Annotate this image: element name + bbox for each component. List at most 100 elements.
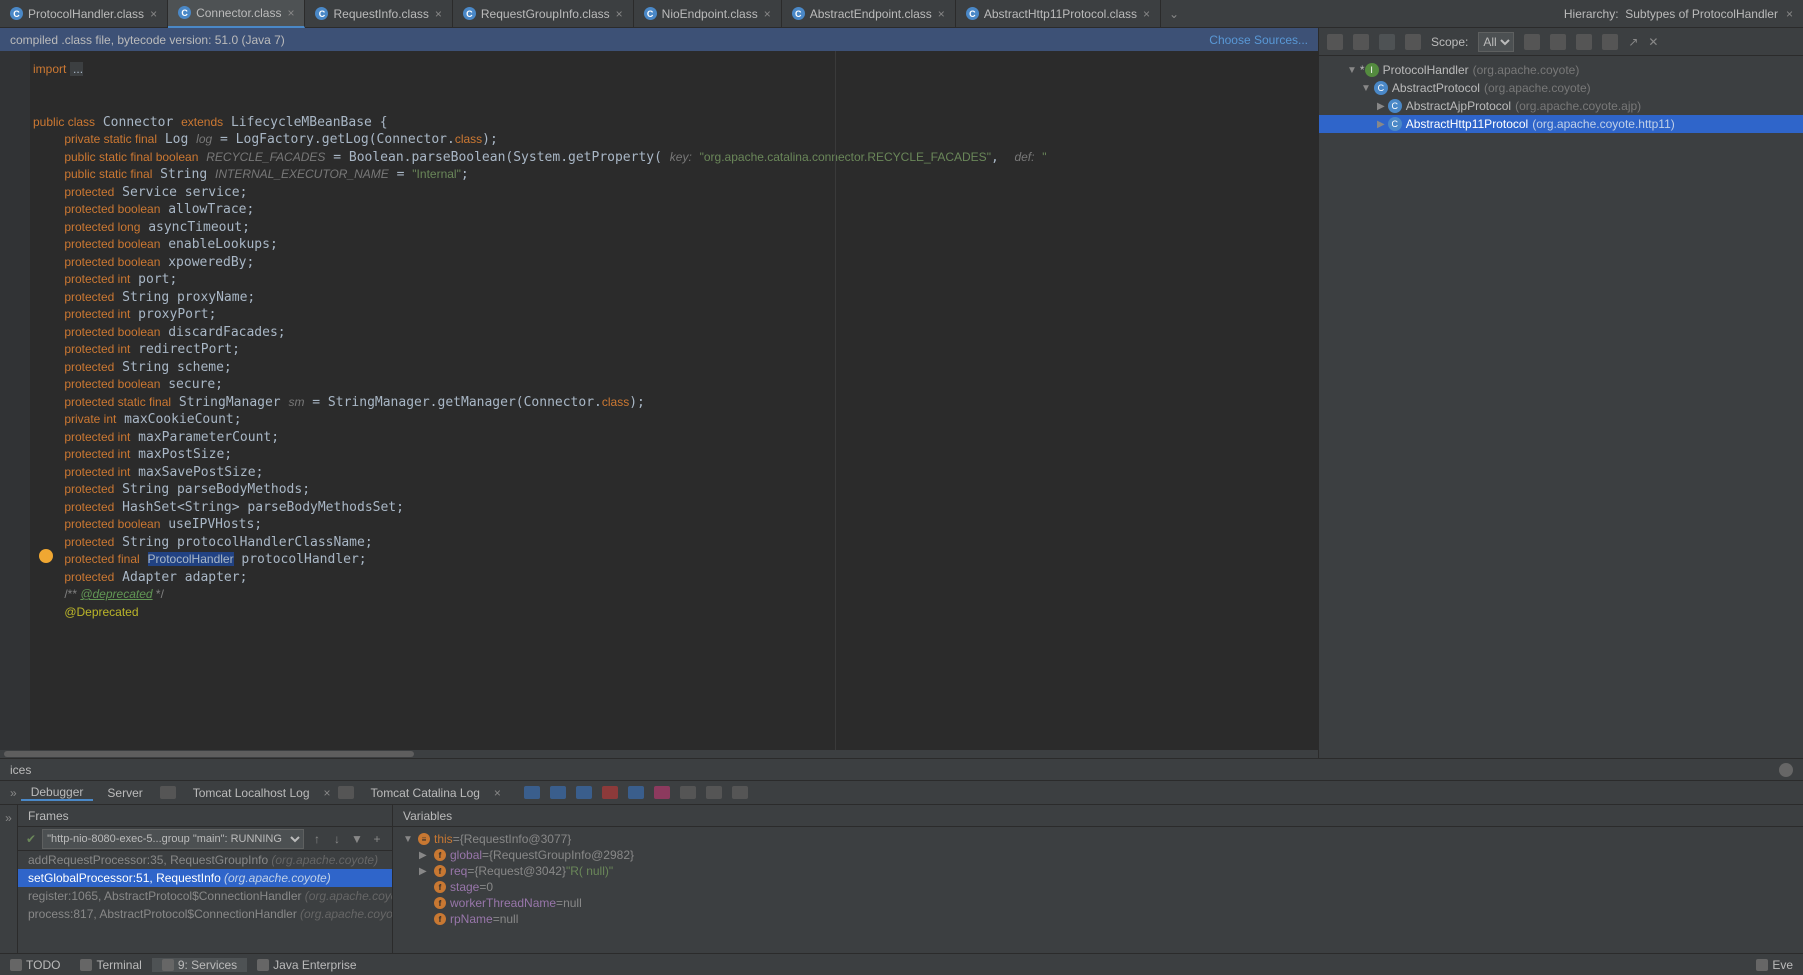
scope-select[interactable]: All bbox=[1478, 32, 1514, 52]
close-icon[interactable]: × bbox=[494, 786, 501, 800]
sb-terminal[interactable]: Terminal bbox=[70, 958, 151, 972]
frame-row[interactable]: process:817, AbstractProtocol$Connection… bbox=[18, 905, 392, 923]
close-icon[interactable]: × bbox=[1143, 7, 1150, 21]
close-icon[interactable]: × bbox=[764, 7, 771, 21]
var-name: workerThreadName bbox=[450, 896, 556, 910]
close-icon[interactable]: ✕ bbox=[1648, 35, 1658, 49]
variable-row[interactable]: ▶freq = {Request@3042} "R( null)" bbox=[393, 863, 1803, 879]
more-tabs-icon[interactable]: ⌄ bbox=[1161, 7, 1187, 21]
var-eq: = bbox=[479, 880, 486, 894]
chevron-right-icon[interactable]: ▶ bbox=[1377, 101, 1385, 112]
tab-connector[interactable]: CConnector.class× bbox=[168, 0, 305, 28]
tree-node-root[interactable]: ▼ * IProtocolHandler(org.apache.coyote) bbox=[1319, 61, 1803, 79]
sort-icon[interactable] bbox=[1405, 34, 1421, 50]
step-out-icon[interactable] bbox=[602, 786, 618, 799]
var-eq: = bbox=[453, 832, 460, 846]
close-icon[interactable]: × bbox=[938, 7, 945, 21]
gear-icon[interactable] bbox=[1779, 763, 1793, 777]
debug-action-icon[interactable] bbox=[524, 786, 540, 799]
class-icon: C bbox=[315, 7, 328, 20]
tab-catalina-log[interactable]: Tomcat Catalina Log bbox=[361, 786, 490, 800]
close-icon[interactable]: × bbox=[616, 7, 623, 21]
more-icon[interactable]: » bbox=[10, 786, 17, 800]
chevron-right-icon[interactable]: ▶ bbox=[1377, 119, 1385, 130]
code-content[interactable]: import ... public class Connector extend… bbox=[0, 51, 1318, 631]
pin-icon[interactable] bbox=[1602, 34, 1618, 50]
step-over-icon[interactable] bbox=[550, 786, 566, 799]
variable-list[interactable]: ▼≡this = {RequestInfo@3077}▶fglobal = {R… bbox=[393, 827, 1803, 953]
close-icon[interactable]: × bbox=[324, 786, 331, 800]
tab-abstracthttp11[interactable]: CAbstractHttp11Protocol.class× bbox=[956, 0, 1161, 28]
next-frame-icon[interactable]: ↓ bbox=[330, 832, 344, 846]
tab-abstractendpoint[interactable]: CAbstractEndpoint.class× bbox=[782, 0, 956, 28]
variable-row[interactable]: fstage = 0 bbox=[393, 879, 1803, 895]
step-into-icon[interactable] bbox=[576, 786, 592, 799]
tree-node-abstracthttp11[interactable]: ▶CAbstractHttp11Protocol(org.apache.coyo… bbox=[1319, 115, 1803, 133]
chevron-down-icon[interactable]: ▼ bbox=[1361, 83, 1371, 94]
tab-label: AbstractEndpoint.class bbox=[810, 7, 932, 21]
tool-icon[interactable] bbox=[1353, 34, 1369, 50]
close-icon[interactable]: × bbox=[1786, 7, 1793, 21]
services-icon bbox=[162, 959, 174, 971]
refresh-icon[interactable] bbox=[1524, 34, 1540, 50]
close-icon[interactable]: × bbox=[435, 7, 442, 21]
export-icon[interactable]: ↗ bbox=[1628, 35, 1638, 49]
sb-events[interactable]: Eve bbox=[1746, 958, 1803, 972]
tree-node-abstractprotocol[interactable]: ▼CAbstractProtocol(org.apache.coyote) bbox=[1319, 79, 1803, 97]
terminal-icon bbox=[80, 959, 92, 971]
class-icon: C bbox=[463, 7, 476, 20]
chevron-icon[interactable]: ▼ bbox=[403, 834, 415, 845]
var-string: "R( null)" bbox=[566, 864, 613, 878]
thread-select[interactable]: "http-nio-8080-exec-5...group "main": RU… bbox=[42, 829, 304, 849]
run-to-cursor-icon[interactable] bbox=[628, 786, 644, 799]
tool-icon[interactable] bbox=[1327, 34, 1343, 50]
prev-frame-icon[interactable]: ↑ bbox=[310, 832, 324, 846]
tab-localhost-log[interactable]: Tomcat Localhost Log bbox=[183, 786, 320, 800]
chevron-icon[interactable]: ▶ bbox=[419, 850, 431, 861]
code-editor[interactable]: import ... public class Connector extend… bbox=[0, 51, 1318, 758]
horizontal-scrollbar[interactable] bbox=[0, 750, 1318, 758]
scrollbar-thumb[interactable] bbox=[4, 751, 414, 757]
filter-icon[interactable]: ▼ bbox=[350, 832, 364, 846]
field-icon: f bbox=[434, 897, 446, 909]
frame-row[interactable]: addRequestProcessor:35, RequestGroupInfo… bbox=[18, 851, 392, 869]
frame-list[interactable]: addRequestProcessor:35, RequestGroupInfo… bbox=[18, 851, 392, 953]
variable-row[interactable]: fworkerThreadName = null bbox=[393, 895, 1803, 911]
debug-icon[interactable] bbox=[680, 786, 696, 799]
debug-icon[interactable] bbox=[706, 786, 722, 799]
var-name: stage bbox=[450, 880, 479, 894]
variable-row[interactable]: frpName = null bbox=[393, 911, 1803, 927]
add-icon[interactable]: + bbox=[370, 832, 384, 846]
var-value: {RequestInfo@3077} bbox=[460, 832, 572, 846]
tool-icon[interactable] bbox=[1379, 34, 1395, 50]
choose-sources-link[interactable]: Choose Sources... bbox=[1209, 33, 1308, 47]
intention-bulb-icon[interactable] bbox=[39, 549, 53, 563]
autoscroll-icon[interactable] bbox=[1550, 34, 1566, 50]
chevron-icon[interactable]: ▶ bbox=[419, 866, 431, 877]
sb-todo[interactable]: TODO bbox=[0, 958, 70, 972]
todo-icon bbox=[10, 959, 22, 971]
tab-protocolhandler[interactable]: CProtocolHandler.class× bbox=[0, 0, 168, 28]
variable-row[interactable]: ▼≡this = {RequestInfo@3077} bbox=[393, 831, 1803, 847]
chevron-down-icon[interactable]: ▼ bbox=[1347, 65, 1357, 76]
sb-services[interactable]: 9: Services bbox=[152, 958, 247, 972]
evaluate-icon[interactable] bbox=[654, 786, 670, 799]
tree-node-abstractajp[interactable]: ▶CAbstractAjpProtocol(org.apache.coyote.… bbox=[1319, 97, 1803, 115]
tab-server[interactable]: Server bbox=[97, 786, 152, 800]
tab-nioendpoint[interactable]: CNioEndpoint.class× bbox=[634, 0, 782, 28]
field-icon: f bbox=[434, 849, 446, 861]
tab-debugger[interactable]: Debugger bbox=[21, 785, 94, 801]
event-icon bbox=[1756, 959, 1768, 971]
frame-row[interactable]: register:1065, AbstractProtocol$Connecti… bbox=[18, 887, 392, 905]
debug-icon[interactable] bbox=[732, 786, 748, 799]
tab-label: RequestGroupInfo.class bbox=[481, 7, 610, 21]
close-icon[interactable]: × bbox=[150, 7, 157, 21]
hierarchy-label: Hierarchy: bbox=[1564, 7, 1619, 21]
sb-java-enterprise[interactable]: Java Enterprise bbox=[247, 958, 366, 972]
variable-row[interactable]: ▶fglobal = {RequestGroupInfo@2982} bbox=[393, 847, 1803, 863]
tab-requestinfo[interactable]: CRequestInfo.class× bbox=[305, 0, 452, 28]
expand-icon[interactable] bbox=[1576, 34, 1592, 50]
frame-row[interactable]: setGlobalProcessor:51, RequestInfo (org.… bbox=[18, 869, 392, 887]
tab-requestgroupinfo[interactable]: C RequestGroupInfo.class × bbox=[453, 0, 634, 28]
close-icon[interactable]: × bbox=[287, 6, 294, 20]
